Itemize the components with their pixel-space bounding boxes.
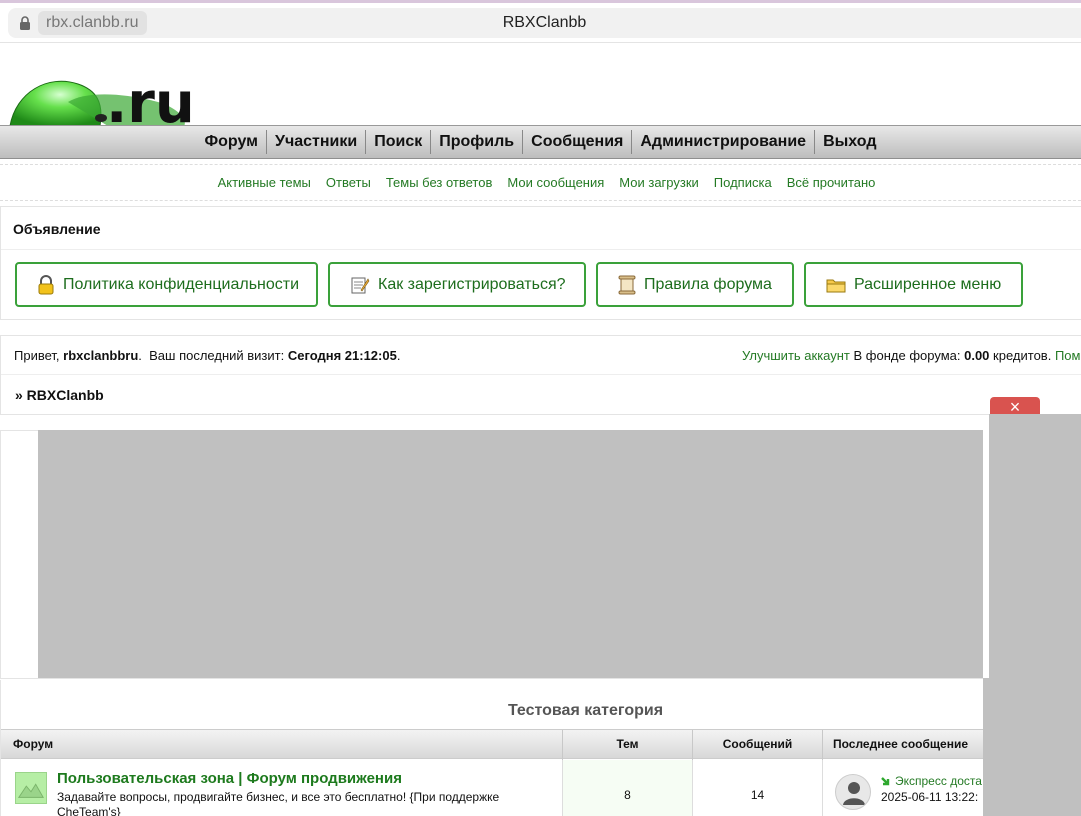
nav-forum[interactable]: Форум bbox=[197, 130, 268, 154]
topics-cell: 8 bbox=[563, 760, 693, 816]
table-row: Пользовательская зона | Форум продвижени… bbox=[1, 760, 983, 816]
forum-header: .ru bbox=[0, 44, 1081, 126]
category-table: Тестовая категория Форум Тем Сообщений П… bbox=[0, 680, 983, 816]
subnav-my-uploads[interactable]: Мои загрузки bbox=[619, 175, 699, 190]
subnav-unanswered[interactable]: Темы без ответов bbox=[386, 175, 493, 190]
close-icon[interactable]: × bbox=[990, 397, 1040, 417]
folder-icon bbox=[826, 279, 846, 292]
how-to-register-button[interactable]: Как зарегистрироваться? bbox=[328, 262, 586, 307]
user-icon bbox=[843, 782, 865, 805]
side-ad-banner[interactable] bbox=[989, 414, 1081, 816]
fund-value: 0.00 bbox=[964, 348, 990, 363]
welcome-right: Улучшить аккаунт В фонде форума: 0.00 кр… bbox=[742, 348, 1081, 363]
last-visit-label: Ваш последний визит: bbox=[149, 348, 285, 363]
username[interactable]: rbxclanbbru bbox=[63, 348, 138, 363]
divider bbox=[1, 249, 1081, 250]
logo-text: .ru bbox=[106, 72, 195, 126]
how-to-register-label: Как зарегистрироваться? bbox=[378, 275, 566, 293]
lock-icon bbox=[20, 16, 30, 30]
side-ad-edge bbox=[983, 678, 989, 816]
nav-profile[interactable]: Профиль bbox=[431, 130, 524, 154]
subnav-active-topics[interactable]: Активные темы bbox=[218, 175, 311, 190]
privacy-policy-label: Политика конфиденциальности bbox=[63, 275, 300, 293]
fund-unit: кредитов. bbox=[993, 348, 1052, 363]
page-title: RBXClanbb bbox=[502, 14, 587, 31]
sub-nav: Активные темы Ответы Темы без ответов Мо… bbox=[0, 164, 1081, 201]
fund-label: В фонде форума: bbox=[853, 348, 961, 363]
category-title[interactable]: Тестовая категория bbox=[1, 702, 983, 720]
lock-icon bbox=[38, 274, 54, 294]
forum-rules-button[interactable]: Правила форума bbox=[596, 262, 794, 307]
last-post-link[interactable]: Экспресс доста bbox=[895, 774, 982, 788]
ad-banner[interactable] bbox=[38, 430, 983, 678]
arrow-down-right-icon bbox=[881, 777, 890, 786]
forum-status-icon bbox=[15, 772, 47, 804]
nav-search[interactable]: Поиск bbox=[366, 130, 432, 154]
greeting: Привет, bbox=[14, 348, 60, 363]
upgrade-account-link[interactable]: Улучшить аккаунт bbox=[742, 348, 850, 363]
subnav-my-posts[interactable]: Мои сообщения bbox=[507, 175, 604, 190]
breadcrumb[interactable]: » RBXClanbb bbox=[15, 387, 104, 403]
last-visit-value: Сегодня 21:12:05 bbox=[287, 348, 397, 363]
table-header: Форум Тем Сообщений Последнее сообщение bbox=[1, 729, 983, 760]
welcome-panel: Привет, rbxclanbbru. Ваш последний визит… bbox=[0, 335, 1081, 415]
nav-members[interactable]: Участники bbox=[267, 130, 367, 154]
announcement-title: Объявление bbox=[13, 221, 101, 237]
posts-cell: 14 bbox=[693, 760, 823, 816]
subnav-subscription[interactable]: Подписка bbox=[714, 175, 772, 190]
forum-cell: Пользовательская зона | Форум продвижени… bbox=[1, 760, 563, 816]
forum-name-link[interactable]: Пользовательская зона | Форум продвижени… bbox=[57, 770, 402, 787]
extended-menu-button[interactable]: Расширенное меню bbox=[804, 262, 1023, 307]
forum-description: Задавайте вопросы, продвигайте бизнес, и… bbox=[57, 790, 500, 816]
column-topics: Тем bbox=[563, 730, 693, 760]
avatar[interactable] bbox=[835, 774, 871, 810]
forum-logo[interactable]: .ru bbox=[8, 72, 208, 126]
announcement-panel: Объявление Политика конфиденциальности К… bbox=[0, 206, 1081, 320]
subnav-mark-read[interactable]: Всё прочитано bbox=[787, 175, 876, 190]
nav-logout[interactable]: Выход bbox=[815, 130, 884, 154]
url-text[interactable]: rbx.clanbb.ru bbox=[38, 11, 147, 35]
welcome-left: Привет, rbxclanbbru. Ваш последний визит… bbox=[14, 348, 401, 363]
topics-count: 8 bbox=[624, 788, 631, 802]
extended-menu-label: Расширенное меню bbox=[854, 275, 1002, 293]
column-posts: Сообщений bbox=[693, 730, 823, 760]
column-forum: Форум bbox=[1, 730, 563, 760]
url-field[interactable]: rbx.clanbb.ru RBXClanbb bbox=[8, 8, 1081, 38]
forum-rules-label: Правила форума bbox=[644, 275, 772, 293]
divider bbox=[1, 374, 1081, 375]
privacy-policy-button[interactable]: Политика конфиденциальности bbox=[15, 262, 318, 307]
main-nav: Форум Участники Поиск Профиль Сообщения … bbox=[0, 125, 1081, 159]
last-post-cell: Экспресс доста 2025-06-11 13:22: bbox=[823, 760, 983, 816]
nav-messages[interactable]: Сообщения bbox=[523, 130, 633, 154]
address-bar: rbx.clanbb.ru RBXClanbb bbox=[0, 3, 1081, 43]
last-post-date: 2025-06-11 13:22: bbox=[881, 790, 979, 804]
nav-administration[interactable]: Администрирование bbox=[632, 130, 816, 154]
help-link[interactable]: Помо bbox=[1055, 348, 1081, 363]
notepad-icon bbox=[351, 277, 370, 293]
posts-count: 14 bbox=[750, 788, 765, 802]
column-last-post: Последнее сообщение bbox=[833, 737, 968, 751]
scroll-icon bbox=[618, 275, 636, 294]
subnav-replies[interactable]: Ответы bbox=[326, 175, 371, 190]
